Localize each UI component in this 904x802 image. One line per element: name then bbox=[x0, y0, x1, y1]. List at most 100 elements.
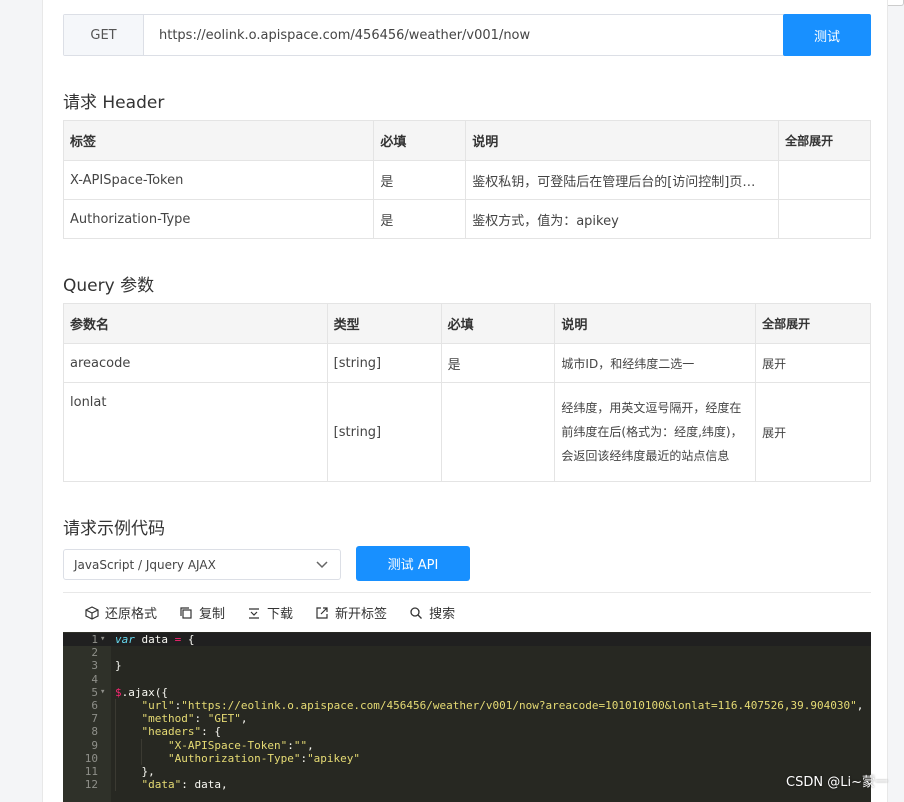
header-section-title: 请求 Header bbox=[63, 93, 165, 113]
code-text: "url":"https://eolink.o.apispace.com/456… bbox=[141, 699, 864, 712]
search-button[interactable]: 搜索 bbox=[409, 603, 455, 622]
code-section-title: 请求示例代码 bbox=[63, 519, 165, 539]
line-number: 3 bbox=[91, 659, 98, 673]
line-number: 5 bbox=[91, 685, 98, 699]
header-required: 是 bbox=[373, 160, 467, 200]
line-number: 4 bbox=[91, 672, 98, 686]
column-header: 标签 bbox=[62, 120, 375, 161]
table-header-row: 参数名 类型 必填 说明 全部展开 bbox=[63, 303, 871, 344]
code-line: 7 "method": "GET", bbox=[63, 712, 871, 726]
new-tab-button[interactable]: 新开标签 bbox=[315, 603, 387, 622]
fold-arrow-icon[interactable]: ▾ bbox=[100, 633, 105, 646]
new-tab-label: 新开标签 bbox=[335, 607, 388, 622]
line-number: 12 bbox=[84, 778, 98, 792]
format-button[interactable]: 还原格式 bbox=[85, 603, 157, 622]
request-bar: GET https://eolink.o.apispace.com/456456… bbox=[63, 14, 871, 56]
chevron-down-icon bbox=[316, 558, 328, 572]
test-api-button[interactable]: 测试 API bbox=[356, 546, 470, 581]
code-line: 10 "Authorization-Type":"apikey" bbox=[63, 751, 871, 765]
header-required: 是 bbox=[373, 199, 467, 239]
param-type: [string] bbox=[326, 343, 442, 383]
copy-label: 复制 bbox=[199, 607, 226, 622]
code-line: 12 "data": data, bbox=[63, 778, 871, 792]
line-number: 11 bbox=[84, 765, 98, 778]
expand-link[interactable]: 展开 bbox=[755, 382, 871, 482]
code-toolbar: 还原格式 复制 下载 新开标签 搜索 bbox=[63, 592, 871, 632]
param-desc: 经纬度，用英文逗号隔开，经度在前纬度在后(格式为：经度,纬度)，会返回该经纬度最… bbox=[554, 382, 757, 482]
code-line: 11 }, bbox=[63, 765, 871, 779]
code-line: 6 "url":"https://eolink.o.apispace.com/4… bbox=[63, 699, 871, 713]
method-label: GET bbox=[64, 15, 144, 55]
header-name: Authorization-Type bbox=[62, 199, 375, 239]
line-number: 6 bbox=[91, 699, 98, 712]
download-button[interactable]: 下载 bbox=[247, 603, 293, 622]
search-icon bbox=[410, 606, 423, 619]
column-header: 必填 bbox=[440, 303, 556, 344]
line-number: 1 bbox=[91, 633, 98, 646]
header-desc-text: 鉴权私钥，可登陆后在管理后台的[访问控制]页… bbox=[472, 174, 756, 190]
api-doc-panel: GET https://eolink.o.apispace.com/456456… bbox=[42, 0, 888, 802]
header-table: 标签 必填 说明 全部展开 X-APISpace-Token 是 鉴权私钥，可登… bbox=[62, 120, 871, 239]
table-row: Authorization-Type 是 鉴权方式，值为：apikey bbox=[62, 199, 871, 239]
header-name: X-APISpace-Token bbox=[62, 160, 375, 200]
code-editor[interactable]: 1 ▾ var data = {2 3} 4 5 ▾ $.ajax({6 "url":"htt… bbox=[63, 632, 871, 802]
param-name: lonlat bbox=[63, 382, 328, 482]
column-header: 说明 bbox=[465, 120, 780, 161]
code-text: "method": "GET", bbox=[141, 712, 248, 726]
code-line: 5 ▾ $.ajax({ bbox=[63, 686, 871, 699]
code-text: } bbox=[115, 659, 122, 673]
header-action bbox=[778, 199, 871, 239]
column-header: 必填 bbox=[373, 120, 467, 161]
line-number: 10 bbox=[84, 751, 98, 765]
format-label: 还原格式 bbox=[105, 607, 158, 622]
download-icon bbox=[249, 607, 260, 619]
cube-icon bbox=[85, 605, 99, 620]
code-text: "Authorization-Type":"apikey" bbox=[167, 751, 361, 765]
column-header: 类型 bbox=[326, 303, 442, 344]
param-type: [string] bbox=[326, 382, 442, 482]
external-link-icon bbox=[316, 606, 328, 619]
param-name: areacode bbox=[63, 343, 328, 383]
header-action bbox=[778, 160, 871, 200]
code-text: $.ajax({ bbox=[115, 685, 168, 699]
header-desc: 鉴权方式，值为：apikey bbox=[465, 199, 780, 239]
language-select-value: JavaScript / Jquery AJAX bbox=[74, 557, 216, 572]
code-line: 3} bbox=[63, 659, 871, 672]
line-number: 9 bbox=[91, 738, 98, 752]
expand-link[interactable]: 展开 bbox=[755, 343, 871, 383]
code-line: 9 "X-APISpace-Token":"", bbox=[63, 738, 871, 752]
code-text: "X-APISpace-Token":"", bbox=[167, 738, 314, 752]
line-number: 7 bbox=[91, 712, 98, 726]
fold-arrow-icon[interactable]: ▾ bbox=[100, 686, 105, 699]
code-text: "headers": { bbox=[141, 725, 221, 739]
table-header-row: 标签 必填 说明 全部展开 bbox=[62, 120, 871, 161]
query-table: 参数名 类型 必填 说明 全部展开 areacode [string] 是 城市… bbox=[63, 303, 871, 482]
search-label: 搜索 bbox=[429, 607, 456, 622]
column-header: 参数名 bbox=[63, 303, 328, 344]
download-label: 下载 bbox=[267, 607, 294, 622]
code-line: 1 ▾ var data = { bbox=[63, 633, 871, 647]
copy-icon bbox=[180, 606, 192, 619]
column-header: 说明 bbox=[554, 303, 757, 344]
line-number: 2 bbox=[91, 646, 98, 660]
header-desc: 鉴权私钥，可登陆后在管理后台的[访问控制]页… bbox=[465, 160, 780, 200]
table-row: lonlat [string] 经纬度，用英文逗号隔开，经度在前纬度在后(格式为… bbox=[63, 382, 871, 482]
code-line: 4 bbox=[63, 673, 871, 686]
param-desc: 城市ID，和经纬度二选一 bbox=[554, 343, 757, 383]
code-line: 2 bbox=[63, 646, 871, 659]
code-line: 8 "headers": { bbox=[63, 725, 871, 739]
language-select[interactable]: JavaScript / Jquery AJAX bbox=[63, 549, 341, 580]
code-text: }, bbox=[115, 765, 155, 778]
code-text: var data = { bbox=[115, 633, 195, 646]
url-input[interactable]: https://eolink.o.apispace.com/456456/wea… bbox=[144, 15, 783, 55]
code-text: "data": data, bbox=[141, 778, 228, 792]
table-row: areacode [string] 是 城市ID，和经纬度二选一 展开 bbox=[63, 343, 871, 383]
test-button[interactable]: 测试 bbox=[783, 14, 871, 56]
watermark: CSDN @Li~蒙一 bbox=[786, 775, 888, 790]
line-number: 8 bbox=[91, 725, 98, 739]
table-row: X-APISpace-Token 是 鉴权私钥，可登陆后在管理后台的[访问控制]… bbox=[62, 160, 871, 200]
query-section-title: Query 参数 bbox=[63, 276, 155, 296]
copy-button[interactable]: 复制 bbox=[179, 603, 225, 622]
expand-all-link[interactable]: 全部展开 bbox=[755, 303, 871, 344]
expand-all-link[interactable]: 全部展开 bbox=[778, 120, 871, 161]
